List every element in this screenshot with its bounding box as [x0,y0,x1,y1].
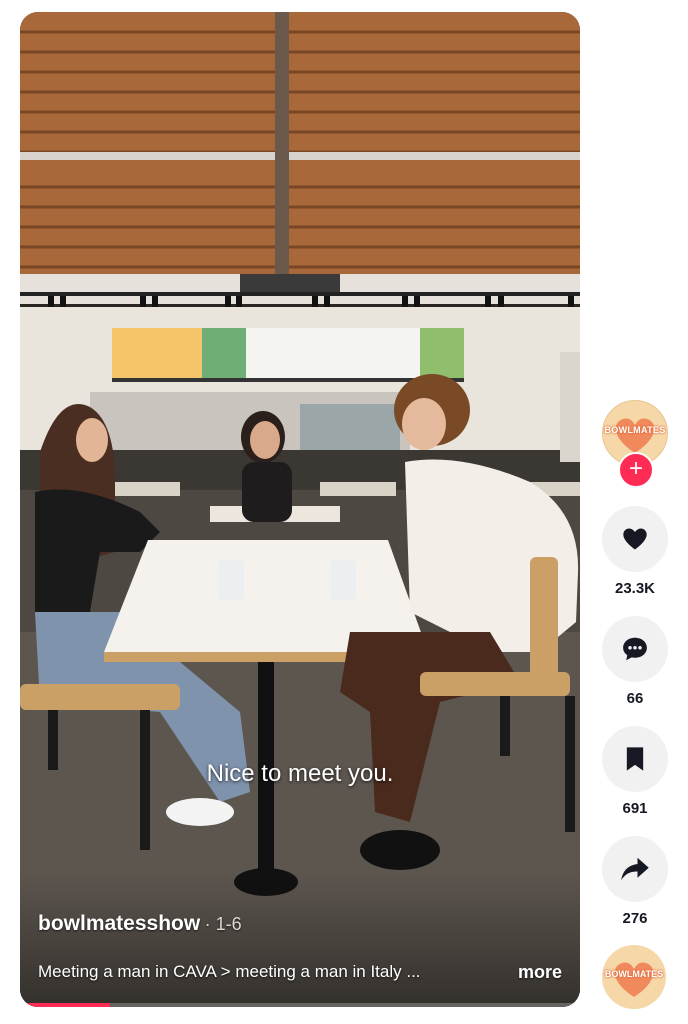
save-count: 691 [622,800,648,817]
like-button[interactable] [602,506,668,572]
video-frame [20,12,580,1007]
video-description: Meeting a man in CAVA > meeting a man in… [38,962,421,981]
heart-icon [623,528,647,550]
video-meta: bowlmatesshow · 1-6 Meeting a man in CAV… [38,912,562,983]
comment-count: 66 [626,690,644,707]
post-date: 1-6 [215,914,242,934]
post-date-separator: · [204,914,216,934]
more-button[interactable]: more [518,962,562,983]
avatar-logo-text: BOWLMATES [604,425,666,435]
video-player[interactable]: Nice to meet you. bowlmatesshow · 1-6 Me… [20,12,580,1007]
share-button[interactable] [602,836,668,902]
video-subtitle: Nice to meet you. [206,760,394,787]
video-progress-fill [20,1003,110,1007]
sound-disc-text: BOWLMATES [604,969,664,979]
bookmark-icon [626,747,644,771]
save-button[interactable] [602,726,668,792]
video-progress-bar[interactable] [20,1003,580,1007]
comment-button[interactable] [602,616,668,682]
comment-icon [623,637,647,661]
share-arrow-icon [621,857,649,881]
author-name[interactable]: bowlmatesshow [38,912,200,935]
save-action: 691 [600,726,670,817]
follow-button[interactable]: + [618,452,654,488]
like-action: 23.3K [600,506,670,597]
sound-disc[interactable]: BOWLMATES [602,945,666,1009]
comment-action: 66 [600,616,670,707]
video-description-row: Meeting a man in CAVA > meeting a man in… [38,962,562,983]
share-action: 276 [600,836,670,927]
like-count: 23.3K [614,580,656,597]
share-count: 276 [622,910,648,927]
